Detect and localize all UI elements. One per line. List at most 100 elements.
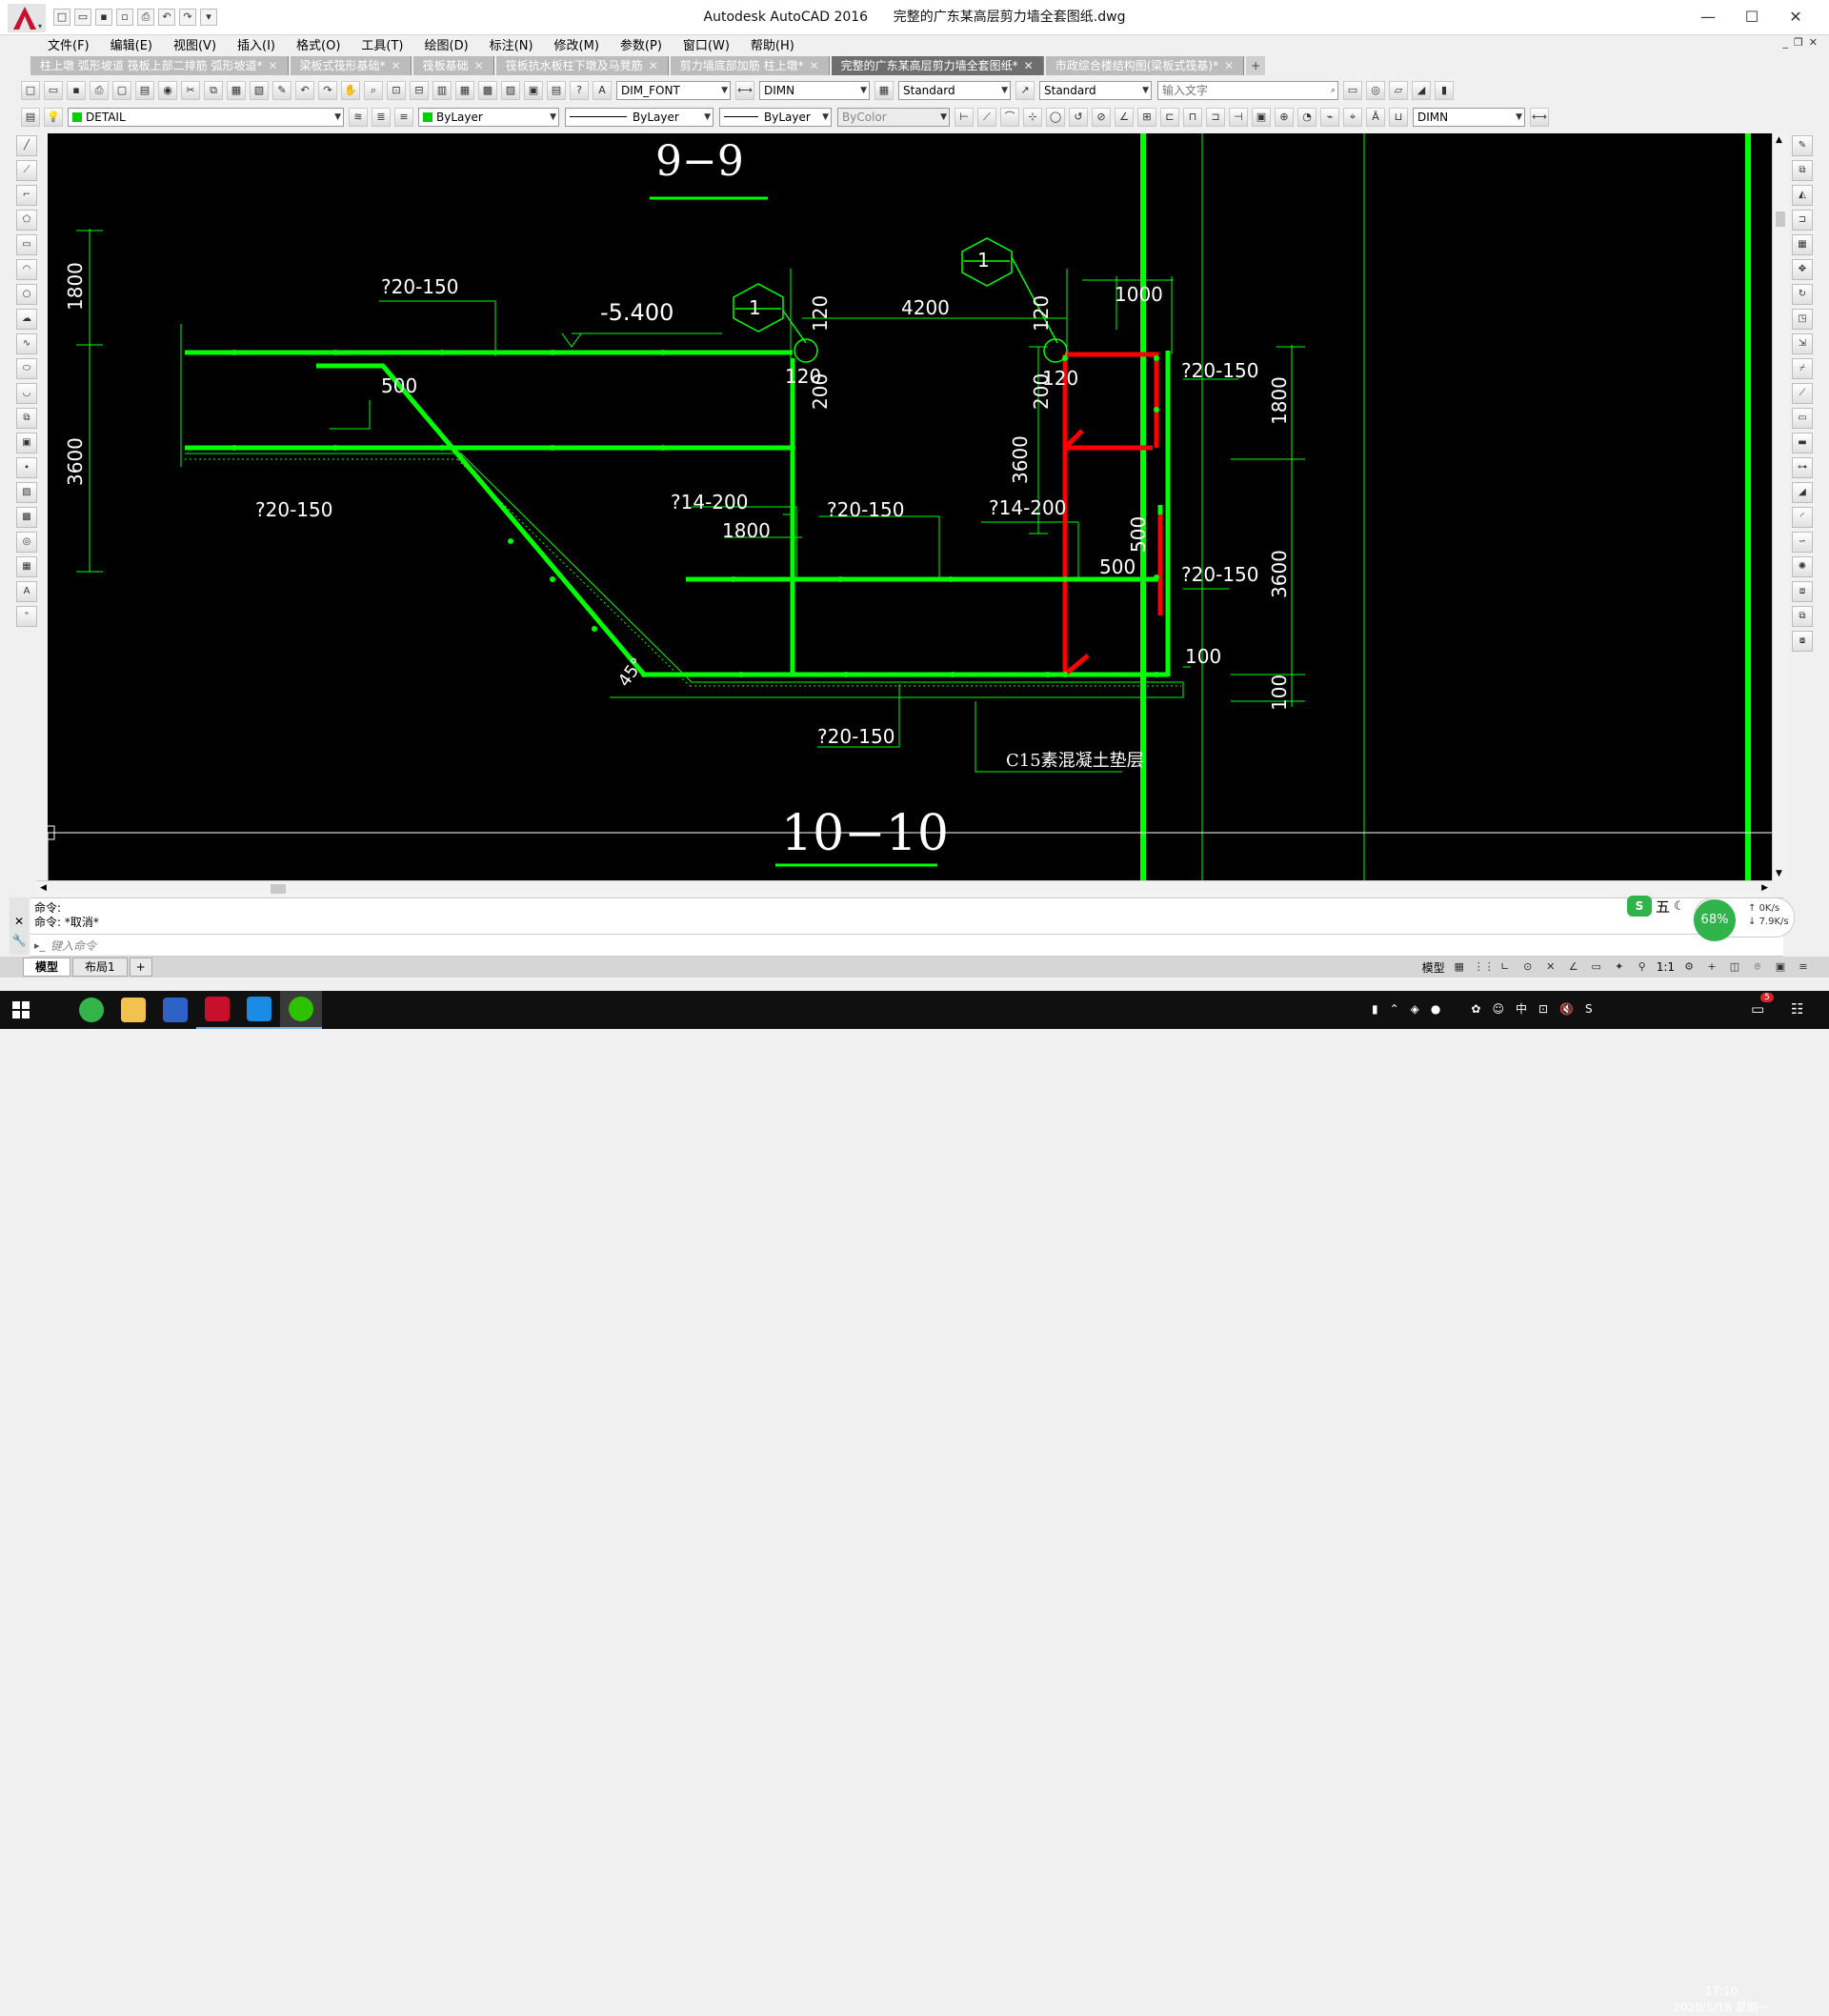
layer-select[interactable]: DETAIL ▼ xyxy=(68,108,344,127)
open-icon[interactable]: ▭ xyxy=(74,9,91,26)
region-icon[interactable]: ◎ xyxy=(16,532,37,553)
new-icon[interactable]: □ xyxy=(21,81,40,100)
vertical-scrollbar[interactable]: ▲ ▼ xyxy=(1772,133,1788,880)
polygon-icon[interactable]: ⬠ xyxy=(16,210,37,231)
make-current-icon[interactable]: ≋ xyxy=(349,108,368,127)
menu-window[interactable]: 窗口(W) xyxy=(683,35,730,53)
minimize-button[interactable]: — xyxy=(1686,0,1730,34)
polar-icon[interactable]: ⊙ xyxy=(1519,959,1537,975)
menu-insert[interactable]: 插入(I) xyxy=(237,35,275,53)
extend-icon[interactable]: ⟋ xyxy=(1792,383,1813,404)
mirror-icon[interactable]: ◭ xyxy=(1792,185,1813,206)
autocad-logo-icon[interactable]: ▾ xyxy=(8,4,46,32)
scroll-left-icon[interactable]: ◀ xyxy=(40,883,47,893)
start-button[interactable] xyxy=(0,991,42,1029)
tab-file-3[interactable]: 筏板基础 ✕ xyxy=(412,56,494,75)
ortho-icon[interactable]: ∟ xyxy=(1497,959,1514,975)
isolate-icon[interactable]: ◫ xyxy=(1726,959,1743,975)
save-as-icon[interactable]: ▫ xyxy=(116,9,133,26)
taskbar-autocad[interactable] xyxy=(196,991,238,1029)
search-input[interactable]: 输入文字 ⌕ xyxy=(1157,81,1338,100)
zoom-window-icon[interactable]: ⊡ xyxy=(387,81,406,100)
menu-modify[interactable]: 修改(M) xyxy=(554,35,599,53)
table-icon[interactable]: ▦ xyxy=(16,556,37,577)
plus-icon[interactable]: + xyxy=(1703,959,1720,975)
dim-diameter-icon[interactable]: ⊘ xyxy=(1092,108,1111,127)
make-block-icon[interactable]: ▣ xyxy=(16,433,37,454)
moon-icon[interactable]: ☾ xyxy=(1674,899,1685,914)
explode-icon[interactable]: ✺ xyxy=(1792,556,1813,577)
menu-dimension[interactable]: 标注(N) xyxy=(490,35,533,53)
save-icon[interactable]: ▪ xyxy=(95,9,112,26)
dim-style-select-2[interactable]: DIMN ▼ xyxy=(1413,108,1525,127)
undo-icon[interactable]: ↶ xyxy=(295,81,314,100)
calc-icon[interactable]: ▤ xyxy=(547,81,566,100)
hatch-icon[interactable]: ▨ xyxy=(16,482,37,503)
dim-baseline-icon[interactable]: ⊏ xyxy=(1160,108,1179,127)
layer-properties-icon[interactable]: ▤ xyxy=(21,108,40,127)
dim-angular-icon[interactable]: ∠ xyxy=(1115,108,1134,127)
taskbar-wechat[interactable] xyxy=(280,991,322,1029)
dim-arc-icon[interactable]: ⌒ xyxy=(1000,108,1019,127)
jogged-linear-icon[interactable]: ⌁ xyxy=(1320,108,1339,127)
ellipse-icon[interactable]: ⬭ xyxy=(16,358,37,379)
add-selected-icon[interactable]: ⁺ xyxy=(16,606,37,627)
table-style-icon[interactable]: ▦ xyxy=(874,81,894,100)
dim-edit-icon[interactable]: ⌖ xyxy=(1343,108,1362,127)
brush-icon[interactable]: ✎ xyxy=(272,81,291,100)
markup-icon[interactable]: ▣ xyxy=(524,81,543,100)
tool-palette-icon[interactable]: ▩ xyxy=(478,81,497,100)
zoom-previous-icon[interactable]: ⊟ xyxy=(410,81,429,100)
center-mark-icon[interactable]: ⊕ xyxy=(1275,108,1294,127)
scale-icon[interactable]: ◳ xyxy=(1792,309,1813,330)
network-icon[interactable]: ⊡ xyxy=(1538,1002,1548,1016)
taskbar-clock[interactable]: 17:10 2020/5/18 星期一 xyxy=(1669,1984,1774,2016)
horizontal-scrollbar[interactable]: ◀ ▶ xyxy=(36,880,1772,897)
arc-icon[interactable]: ◠ xyxy=(16,259,37,280)
add-layout-button[interactable]: + xyxy=(129,958,152,977)
revcloud-icon[interactable]: ☁ xyxy=(16,309,37,330)
menu-parametric[interactable]: 参数(P) xyxy=(620,35,662,53)
zoom-realtime-icon[interactable]: ⌕ xyxy=(364,81,383,100)
hardware-accel-icon[interactable]: ⌾ xyxy=(1749,959,1766,975)
tab-file-5[interactable]: 剪力墙底部加筋 柱上墩* ✕ xyxy=(670,56,830,75)
volume-muted-icon[interactable]: 🔇 xyxy=(1559,1002,1574,1016)
close-icon[interactable]: ✕ xyxy=(474,59,484,72)
blend-icon[interactable]: ∽ xyxy=(1792,532,1813,553)
match-icon[interactable]: ▧ xyxy=(250,81,269,100)
print-icon[interactable]: ⎙ xyxy=(137,9,154,26)
lineweight-select[interactable]: ByLayer ▼ xyxy=(719,108,832,127)
close-icon[interactable]: ✕ xyxy=(1224,59,1234,72)
layer-walk-icon[interactable]: ▭ xyxy=(1343,81,1362,100)
layer-state-manager-icon[interactable]: ≡ xyxy=(394,108,413,127)
array-icon[interactable]: ▦ xyxy=(1792,234,1813,255)
save-icon[interactable]: ▪ xyxy=(67,81,86,100)
design-center-icon[interactable]: ▦ xyxy=(455,81,474,100)
dim-ordinate-icon[interactable]: ⊹ xyxy=(1023,108,1042,127)
erase-icon[interactable]: ✎ xyxy=(1792,135,1813,156)
rotate-icon[interactable]: ↻ xyxy=(1792,284,1813,305)
doc-close-icon[interactable]: ✕ xyxy=(1809,36,1818,49)
grid-icon[interactable]: ▦ xyxy=(1451,959,1468,975)
tray-box-icon[interactable]: ◈ xyxy=(1411,1002,1419,1016)
bulb-icon[interactable]: 💡 xyxy=(44,108,63,127)
tab-file-6[interactable]: 完整的广东某高层剪力墙全套图纸* ✕ xyxy=(831,56,1044,75)
break-point-icon[interactable]: ▭ xyxy=(1792,408,1813,429)
taskbar-360-browser[interactable] xyxy=(70,991,112,1029)
mleader-style-select[interactable]: Standard ▼ xyxy=(1039,81,1152,100)
chamfer-icon[interactable]: ◢ xyxy=(1792,482,1813,503)
layer-prev-icon[interactable]: ◢ xyxy=(1412,81,1431,100)
dim-jogged-icon[interactable]: ↺ xyxy=(1069,108,1088,127)
dim-radius-icon[interactable]: ◯ xyxy=(1046,108,1065,127)
layer-previous-icon[interactable]: ≣ xyxy=(372,108,391,127)
layer-state-icon[interactable]: ▮ xyxy=(1435,81,1454,100)
dim-style-manager-icon[interactable]: ⟷ xyxy=(1530,108,1549,127)
linetype-select[interactable]: ByLayer ▼ xyxy=(565,108,714,127)
publish-icon[interactable]: ▤ xyxy=(135,81,154,100)
cad-drawing[interactable]: 9−9 10−10 1800 3600 500 -5.400 1 1 120 1… xyxy=(40,133,1772,880)
maximize-button[interactable]: ☐ xyxy=(1730,0,1774,34)
tab-file-2[interactable]: 梁板式筏形基础* ✕ xyxy=(290,56,412,75)
tab-file-7[interactable]: 市政综合楼结构图(梁板式筏基)* ✕ xyxy=(1045,56,1245,75)
taskbar-tim[interactable] xyxy=(238,991,280,1029)
close-icon[interactable]: ✕ xyxy=(392,59,401,72)
